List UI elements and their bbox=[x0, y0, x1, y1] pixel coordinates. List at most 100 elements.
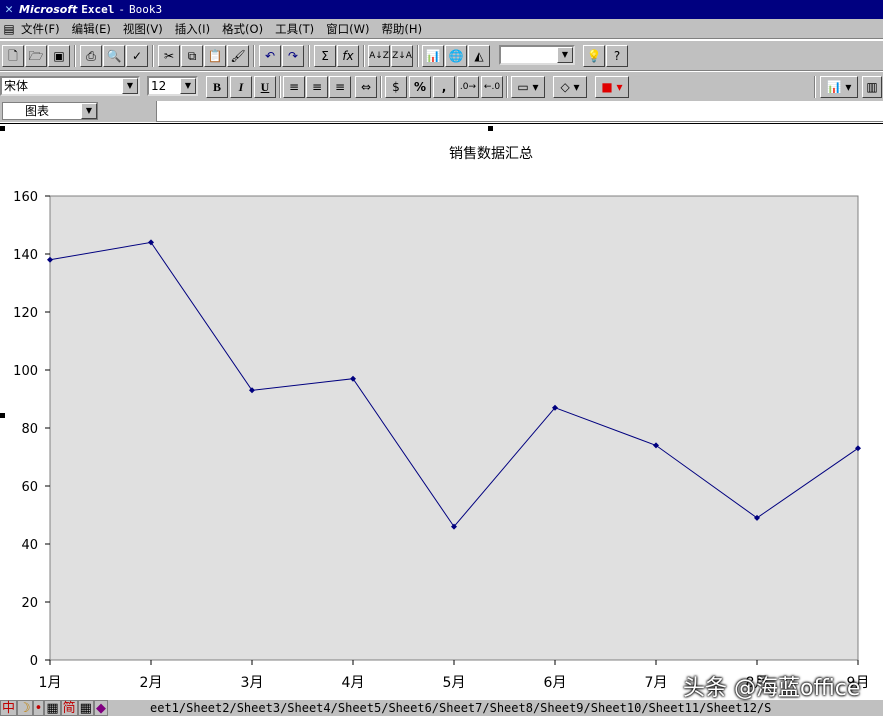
sheet-tab[interactable]: /Sheet11 bbox=[641, 701, 699, 715]
sheet-tab[interactable]: /Sheet4 bbox=[280, 701, 331, 715]
comma-style-button[interactable]: , bbox=[433, 76, 455, 98]
spell-check-icon[interactable]: ✓ bbox=[126, 45, 148, 67]
name-box[interactable]: 图表 ▼ bbox=[0, 101, 157, 122]
excel-app-icon[interactable]: ✕ bbox=[2, 2, 16, 17]
align-center-icon[interactable]: ≡ bbox=[306, 76, 328, 98]
drawing-icon[interactable]: ◭ bbox=[468, 45, 490, 67]
document-title: Book3 bbox=[128, 3, 163, 16]
print-icon[interactable]: ⎙ bbox=[80, 45, 102, 67]
font-name-select[interactable]: 宋体 ▼ bbox=[0, 76, 140, 96]
sheet-tab[interactable]: /S bbox=[757, 701, 771, 715]
underline-button[interactable]: U bbox=[254, 76, 276, 98]
tip-wizard-icon[interactable]: 💡 bbox=[583, 45, 605, 67]
copy-icon[interactable]: ⧉ bbox=[181, 45, 203, 67]
chevron-down-icon[interactable]: ▼ bbox=[557, 47, 573, 63]
y-tick-label: 160 bbox=[13, 190, 38, 205]
chevron-down-icon[interactable]: ▼ bbox=[81, 103, 97, 119]
standard-toolbar: 🗋 🗁 ▣ ⎙ 🔍 ✓ ✂ ⧉ 📋 🖌 ↶ ↷ Σ fx A↓Z Z↓A 📊 🌐… bbox=[0, 40, 883, 71]
chart-object[interactable]: 销售数据汇总 0 20 40 60 80 100 120 140 160 1月 2月 3月 4月 5月 6… bbox=[0, 123, 883, 706]
sheet-tab[interactable]: /Sheet9 bbox=[533, 701, 584, 715]
sheet-tab[interactable]: /Sheet6 bbox=[381, 701, 432, 715]
workbook-icon[interactable]: ▤ bbox=[1, 21, 17, 37]
chart-title[interactable]: 销售数据汇总 bbox=[449, 146, 533, 162]
menu-format[interactable]: 格式(O) bbox=[222, 21, 263, 37]
print-preview-icon[interactable]: 🔍 bbox=[103, 45, 125, 67]
watermark: 头条 @海蓝office bbox=[683, 676, 861, 701]
align-right-icon[interactable]: ≡ bbox=[329, 76, 351, 98]
menu-file[interactable]: 文件(F) bbox=[21, 21, 60, 37]
y-tick-label: 100 bbox=[13, 364, 38, 379]
sheet-tab[interactable]: /Sheet7 bbox=[432, 701, 483, 715]
function-wizard-button[interactable]: fx bbox=[337, 45, 359, 67]
map-icon[interactable]: 🌐 bbox=[445, 45, 467, 67]
font-name-value: 宋体 bbox=[4, 79, 29, 93]
sheet-tab[interactable]: /Sheet2 bbox=[179, 701, 230, 715]
ime-simplified-icon[interactable]: 简 bbox=[60, 700, 78, 716]
selection-handle[interactable] bbox=[0, 413, 5, 418]
italic-button[interactable]: I bbox=[230, 76, 252, 98]
ime-keyboard-icon[interactable]: ▦ bbox=[44, 700, 61, 716]
menu-bar: ▤ 文件(F) 编辑(E) 视图(V) 插入(I) 格式(O) 工具(T) 窗口… bbox=[0, 19, 883, 39]
chart-toolbar-icon[interactable]: ▥ bbox=[862, 76, 882, 98]
name-box-field[interactable]: 图表 ▼ bbox=[2, 102, 98, 120]
toolbar-separator bbox=[363, 45, 365, 67]
redo-icon[interactable]: ↷ bbox=[282, 45, 304, 67]
menu-window[interactable]: 窗口(W) bbox=[326, 21, 369, 37]
font-size-select[interactable]: 12 ▼ bbox=[147, 76, 198, 96]
selection-handle[interactable] bbox=[488, 126, 493, 131]
undo-icon[interactable]: ↶ bbox=[259, 45, 281, 67]
ime-moon-icon[interactable]: ☽ bbox=[17, 700, 33, 716]
percent-style-button[interactable]: % bbox=[409, 76, 431, 98]
sheet-tab[interactable]: /Sheet8 bbox=[482, 701, 533, 715]
increase-decimal-icon[interactable]: .0→ bbox=[457, 76, 479, 98]
line-chart[interactable]: 销售数据汇总 0 20 40 60 80 100 120 140 160 1月 2月 3月 4月 5月 6… bbox=[0, 124, 883, 707]
selection-handle[interactable] bbox=[0, 126, 5, 131]
ime-chinese-icon[interactable]: 中 bbox=[0, 700, 18, 716]
borders-icon[interactable]: ▭ ▾ bbox=[511, 76, 545, 98]
bold-button[interactable]: B bbox=[206, 76, 228, 98]
decrease-decimal-icon[interactable]: ←.0 bbox=[481, 76, 503, 98]
sheet-tab[interactable]: /Sheet3 bbox=[229, 701, 280, 715]
chevron-down-icon[interactable]: ▼ bbox=[180, 78, 196, 94]
menu-tools[interactable]: 工具(T) bbox=[275, 21, 314, 37]
y-tick-label: 140 bbox=[13, 248, 38, 263]
help-pointer-icon[interactable]: ? bbox=[606, 45, 628, 67]
excel-window: ✕ Microsoft Excel - Book3 ▤ 文件(F) 编辑(E) … bbox=[0, 0, 883, 716]
menu-view[interactable]: 视图(V) bbox=[123, 21, 163, 37]
plot-area[interactable] bbox=[49, 195, 859, 661]
menu-insert[interactable]: 插入(I) bbox=[175, 21, 210, 37]
sheet-tab[interactable]: /Sheet10 bbox=[584, 701, 642, 715]
align-left-icon[interactable]: ≡ bbox=[283, 76, 305, 98]
currency-style-icon[interactable]: $ bbox=[385, 76, 407, 98]
chevron-down-icon[interactable]: ▼ bbox=[122, 78, 138, 94]
ime-book-icon[interactable]: ◆ bbox=[93, 700, 108, 716]
open-folder-icon[interactable]: 🗁 bbox=[25, 45, 47, 67]
sheet-tab[interactable]: eet1 bbox=[150, 701, 179, 715]
menu-help[interactable]: 帮助(H) bbox=[381, 21, 422, 37]
chart-type-icon[interactable]: 📊 ▾ bbox=[820, 76, 858, 98]
new-file-icon[interactable]: 🗋 bbox=[2, 45, 24, 67]
x-tick-label: 6月 bbox=[544, 675, 567, 691]
sort-ascending-icon[interactable]: A↓Z bbox=[368, 45, 390, 67]
y-tick-label: 40 bbox=[21, 538, 38, 553]
y-tick-label: 120 bbox=[13, 306, 38, 321]
save-icon[interactable]: ▣ bbox=[48, 45, 70, 67]
sheet-tab[interactable]: /Sheet5 bbox=[331, 701, 382, 715]
ime-grid-icon[interactable]: ▦ bbox=[77, 700, 94, 716]
ime-dot-icon[interactable]: • bbox=[32, 700, 45, 716]
format-painter-icon[interactable]: 🖌 bbox=[227, 45, 249, 67]
autosum-button[interactable]: Σ bbox=[314, 45, 336, 67]
x-tick-label: 7月 bbox=[645, 675, 668, 691]
font-size-value: 12 bbox=[151, 79, 167, 93]
cut-icon[interactable]: ✂ bbox=[158, 45, 180, 67]
sheet-tab[interactable]: /Sheet12 bbox=[699, 701, 757, 715]
font-color-icon[interactable]: ■ ▾ bbox=[595, 76, 629, 98]
paste-icon[interactable]: 📋 bbox=[204, 45, 226, 67]
sheet-tabs: eet1/Sheet2/Sheet3/Sheet4/Sheet5/Sheet6/… bbox=[150, 700, 771, 716]
sort-descending-icon[interactable]: Z↓A bbox=[391, 45, 413, 67]
merge-center-icon[interactable]: ⇔ bbox=[355, 76, 377, 98]
menu-edit[interactable]: 编辑(E) bbox=[72, 21, 111, 37]
chart-wizard-icon[interactable]: 📊 bbox=[422, 45, 444, 67]
zoom-select[interactable]: ▼ bbox=[499, 45, 575, 65]
fill-color-icon[interactable]: ◇ ▾ bbox=[553, 76, 587, 98]
